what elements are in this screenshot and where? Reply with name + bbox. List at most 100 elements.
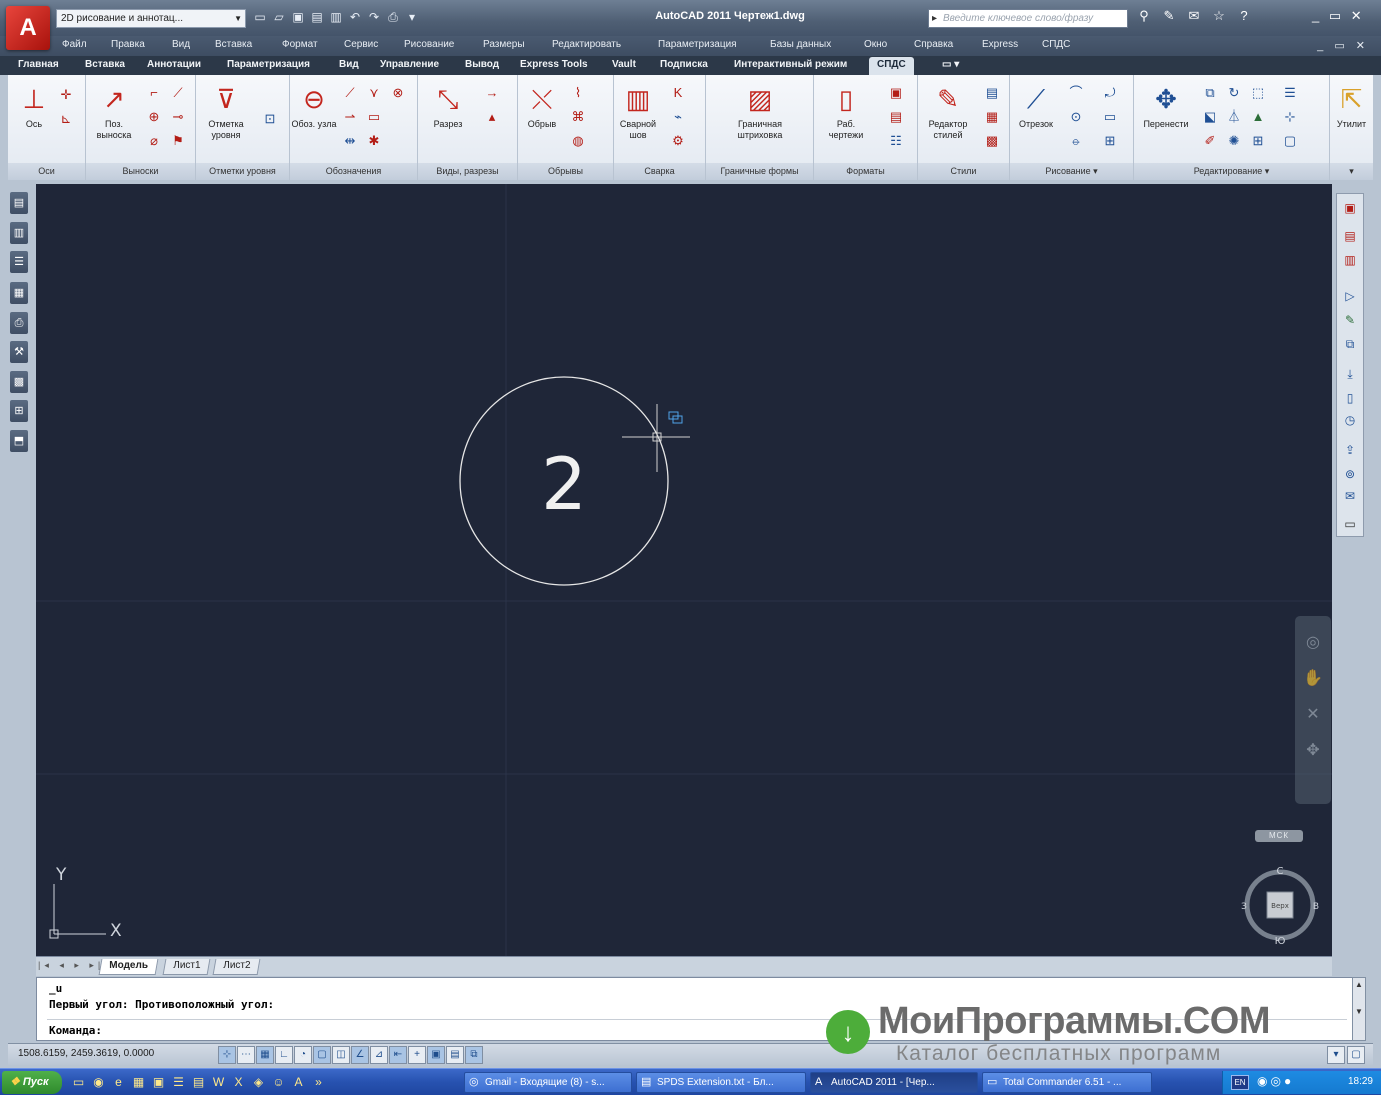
weld-k-icon[interactable]: K xyxy=(668,83,688,103)
style-text-icon[interactable]: ▦ xyxy=(982,107,1002,127)
circle-number-text[interactable]: 2 xyxy=(541,442,587,526)
ellipse-icon[interactable]: ⦵ xyxy=(1066,131,1086,151)
palette-doc-icon[interactable]: ▤ xyxy=(10,192,28,214)
menu-item[interactable]: Сервис xyxy=(344,39,378,50)
redo-icon[interactable]: ↷ xyxy=(366,9,382,26)
folder-icon[interactable]: ▭ xyxy=(70,1073,87,1091)
document-window-controls[interactable]: _ ▭ ✕ xyxy=(1317,39,1369,52)
workspace-dropdown[interactable]: 2D рисование и аннотац... ▼ xyxy=(56,9,246,28)
section-button[interactable]: ⤡ Разрез xyxy=(424,80,472,154)
lineweight-icon[interactable]: + xyxy=(408,1046,426,1064)
tab-spds[interactable]: СПДС xyxy=(869,57,914,75)
print-icon[interactable]: ⎙ xyxy=(385,9,401,26)
ucs-menu-label[interactable]: МСК xyxy=(1255,830,1303,842)
language-indicator[interactable]: EN xyxy=(1231,1075,1249,1090)
command-line[interactable]: _u Первый угол: Противоположный угол: Ко… xyxy=(36,977,1354,1041)
palette-mail-icon[interactable]: ✉ xyxy=(1341,486,1359,506)
polyline-icon[interactable]: ⌒ xyxy=(1066,83,1086,103)
menu-item[interactable]: Формат xyxy=(282,39,318,50)
erase-icon[interactable]: ✐ xyxy=(1200,131,1220,151)
tab-insert[interactable]: Вставка xyxy=(85,59,125,70)
palette-layer-up-icon[interactable]: ⇪ xyxy=(1341,440,1359,460)
pan-hand-icon[interactable]: ✋ xyxy=(1295,668,1331,688)
palette-page-icon[interactable]: ▥ xyxy=(10,222,28,244)
sheets-button[interactable]: ▯ Раб. чертежи xyxy=(822,80,870,154)
level-mark-button[interactable]: ⊽ Отметка уровня xyxy=(202,80,250,154)
palette-device-icon[interactable]: ▭ xyxy=(1341,514,1359,534)
rectangle-icon[interactable]: ▭ xyxy=(1100,107,1120,127)
application-menu-button[interactable]: A xyxy=(6,6,50,50)
open-file-icon[interactable]: ▱ xyxy=(271,9,287,26)
palette-pdf-icon[interactable]: ⬒ xyxy=(10,430,28,452)
offset-icon[interactable]: ⊞ xyxy=(1248,131,1268,151)
save-app-icon[interactable]: ▣ xyxy=(150,1073,167,1091)
palette-copy-icon[interactable]: ⧉ xyxy=(1341,334,1359,354)
menu-item[interactable]: Параметризация xyxy=(658,39,737,50)
arc-icon[interactable]: ⤾ xyxy=(1100,83,1120,103)
viewcube-west-label[interactable]: З xyxy=(1241,902,1247,912)
weld-seam-icon[interactable]: ⌁ xyxy=(668,107,688,127)
break-circle-icon[interactable]: ◍ xyxy=(568,131,588,151)
ie-icon[interactable]: e xyxy=(110,1073,127,1091)
view-mark-icon[interactable]: ▴ xyxy=(482,107,502,127)
menu-item[interactable]: Редактировать xyxy=(552,39,621,50)
steering-wheel-icon[interactable]: ◎ xyxy=(1295,632,1331,652)
axis-button[interactable]: ⊥ Ось xyxy=(10,80,58,154)
taskbar-item-autocad[interactable]: A AutoCAD 2011 - [Чер... xyxy=(810,1072,978,1093)
3d-osnap-icon[interactable]: ◫ xyxy=(332,1046,350,1064)
window-controls[interactable]: _ ▭ ✕ xyxy=(1312,8,1365,24)
menu-item[interactable]: Правка xyxy=(111,39,145,50)
explode-icon[interactable]: ✺ xyxy=(1224,131,1244,151)
trim-icon[interactable]: ⊹ xyxy=(1280,107,1300,127)
tab-home[interactable]: Главная xyxy=(18,59,59,70)
palette-page-setup-icon[interactable]: ▯ xyxy=(1341,388,1359,408)
line-button[interactable]: ⟋ Отрезок xyxy=(1012,80,1060,154)
mirror-icon[interactable]: ⏃ xyxy=(1224,107,1244,127)
drawing-area[interactable]: 2 X Y Верх С Ю З В ◎ ✋ ✕ ✥ МСК xyxy=(36,184,1332,956)
break-button[interactable]: ⤬ Обрыв xyxy=(518,80,566,154)
tab-express-tools[interactable]: Express Tools xyxy=(520,59,588,70)
taskbar-item-notepad[interactable]: ▤ SPDS Extension.txt - Бл... xyxy=(636,1072,806,1093)
circle-icon[interactable]: ⊙ xyxy=(1066,107,1086,127)
format-stamp-icon[interactable]: ▤ xyxy=(886,107,906,127)
palette-export-icon[interactable]: ▷ xyxy=(1341,286,1359,306)
taskbar-item-total-commander[interactable]: ▭ Total Commander 6.51 - ... xyxy=(982,1072,1152,1093)
selection-cycling-toggle-icon[interactable]: ⧉ xyxy=(465,1046,483,1064)
tab-subscription[interactable]: Подписка xyxy=(660,59,708,70)
autocad-quick-icon[interactable]: A xyxy=(290,1073,307,1091)
binoculars-icon[interactable]: ⚲ xyxy=(1134,8,1154,24)
doc-app-icon[interactable]: ▤ xyxy=(190,1073,207,1091)
surface-icon[interactable]: ⋎ xyxy=(364,83,384,103)
dynamic-input-icon[interactable]: ⇤ xyxy=(389,1046,407,1064)
pos-leader-button[interactable]: ↗ Поз. выноска xyxy=(90,80,138,154)
move-button[interactable]: ✥ Перенести xyxy=(1138,80,1194,154)
leader-slant-icon[interactable]: ⟋ xyxy=(168,83,188,103)
infer-constraints-icon[interactable]: ⊹ xyxy=(218,1046,236,1064)
weld-torch-icon[interactable]: ⚙ xyxy=(668,131,688,151)
weld-button[interactable]: ▥ Сварной шов xyxy=(614,80,662,154)
command-prompt[interactable]: Команда: xyxy=(49,1024,102,1037)
leader-cross-icon[interactable]: ⊕ xyxy=(144,107,164,127)
rotate-icon[interactable]: ↻ xyxy=(1224,83,1244,103)
utilities-button[interactable]: ⇱ Утилит xyxy=(1330,80,1373,154)
view-arrow-icon[interactable]: → xyxy=(482,83,502,103)
break-line-icon[interactable]: ⌇ xyxy=(568,83,588,103)
copy-icon[interactable]: ⧉ xyxy=(1200,83,1220,103)
palette-sheet-icon[interactable]: ▤ xyxy=(1341,226,1359,246)
grid-app-icon[interactable]: ▦ xyxy=(130,1073,147,1091)
palette-layer-icon[interactable]: ⊚ xyxy=(1341,464,1359,484)
viewcube-north-label[interactable]: С xyxy=(1277,866,1284,877)
palette-layers-icon[interactable]: ☰ xyxy=(10,251,28,273)
slope-icon[interactable]: ⟋ xyxy=(340,83,360,103)
tab-manage[interactable]: Управление xyxy=(380,59,439,70)
word-icon[interactable]: W xyxy=(210,1073,227,1091)
level-plan-icon[interactable]: ⊡ xyxy=(260,109,280,129)
model-space-canvas[interactable]: 2 X Y Верх С Ю З В xyxy=(36,184,1332,956)
hatch-pattern-icon[interactable]: ⊞ xyxy=(1100,131,1120,151)
viewcube-south-label[interactable]: Ю xyxy=(1275,936,1286,947)
menu-item[interactable]: СПДС xyxy=(1042,39,1070,50)
start-button[interactable]: Пуск xyxy=(2,1071,62,1094)
scale-icon[interactable]: ⬚ xyxy=(1248,83,1268,103)
status-menu-icon[interactable]: ▾ xyxy=(1327,1046,1345,1064)
favorites-icon[interactable]: ☆ xyxy=(1209,8,1229,24)
